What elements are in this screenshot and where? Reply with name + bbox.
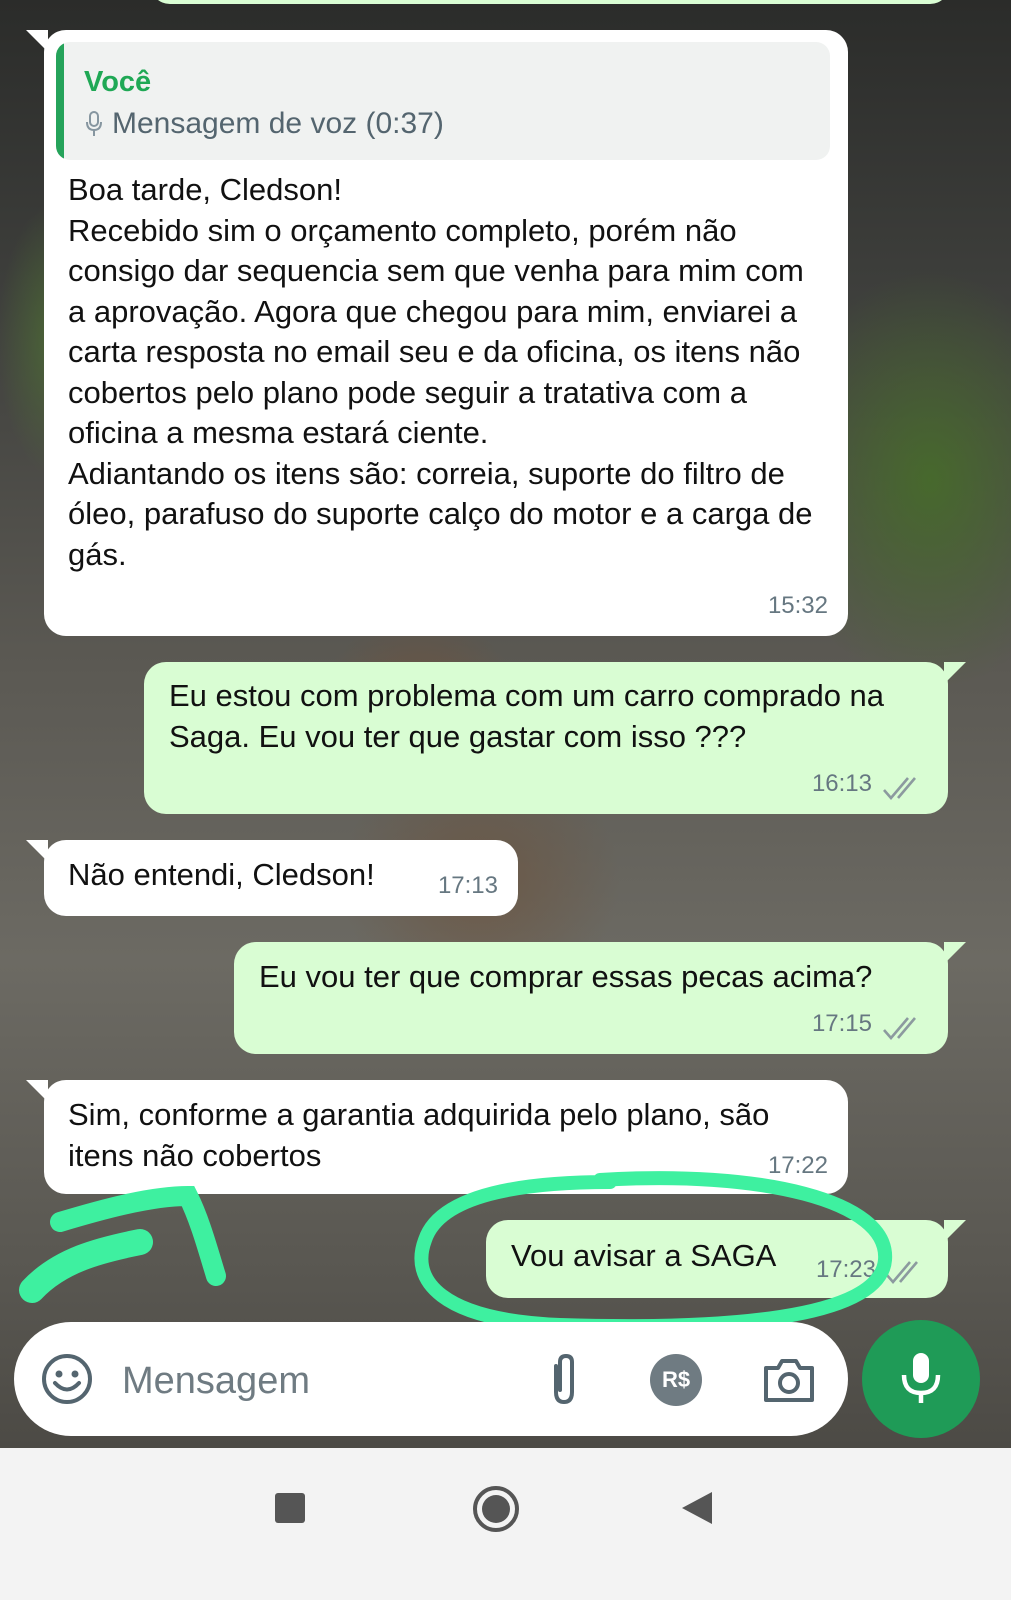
- message-time: 17:23: [815, 1255, 876, 1283]
- quoted-message[interactable]: Você Mensagem de voz (0:37): [56, 42, 830, 160]
- system-navigation-bar: [0, 1448, 1011, 1600]
- message-time: 17:13: [437, 871, 498, 899]
- incoming-message[interactable]: Você Mensagem de voz (0:37) Boa tarde, C…: [26, 30, 848, 636]
- incoming-message[interactable]: Não entendi, Cledson! 17:13: [26, 840, 518, 916]
- mic-icon: [901, 1353, 941, 1403]
- read-receipt-icon: [883, 777, 916, 800]
- quote-text: Mensagem de voz (0:37): [112, 107, 444, 140]
- message-text: Sim, conforme a garantia adquirida pelo …: [68, 1097, 770, 1173]
- mic-icon: [86, 111, 102, 137]
- quote-author: Você: [84, 66, 152, 98]
- previous-message-edge: [150, 0, 950, 4]
- message-time: 16:13: [811, 769, 872, 797]
- message-text: Eu vou ter que comprar essas pecas acima…: [259, 959, 873, 994]
- message-input-bar: Mensagem R$: [14, 1322, 848, 1436]
- message-time: 17:15: [811, 1009, 872, 1037]
- recents-icon[interactable]: [275, 1493, 305, 1523]
- outgoing-message[interactable]: Eu vou ter que comprar essas pecas acima…: [234, 942, 966, 1054]
- attach-icon[interactable]: [544, 1352, 584, 1408]
- message-text: Boa tarde, Cledson! Recebido sim o orçam…: [68, 172, 813, 572]
- quote-accent-bar: [56, 42, 64, 160]
- outgoing-message[interactable]: Eu estou com problema com um carro compr…: [144, 662, 966, 814]
- voice-record-button[interactable]: [862, 1320, 980, 1438]
- message-time: 15:32: [767, 591, 828, 619]
- payment-label: R$: [661, 1367, 691, 1392]
- message-time: 17:22: [767, 1151, 828, 1179]
- message-text: Não entendi, Cledson!: [68, 857, 375, 892]
- delivered-receipt-icon: [885, 1261, 918, 1284]
- camera-icon[interactable]: [762, 1356, 816, 1404]
- outgoing-message[interactable]: Vou avisar a SAGA 17:23: [486, 1220, 966, 1298]
- home-icon[interactable]: [471, 1484, 521, 1534]
- payment-icon[interactable]: R$: [650, 1354, 702, 1406]
- emoji-icon[interactable]: [40, 1352, 94, 1406]
- message-text: Eu estou com problema com um carro compr…: [169, 678, 885, 754]
- incoming-message[interactable]: Sim, conforme a garantia adquirida pelo …: [26, 1080, 848, 1194]
- message-input[interactable]: Mensagem: [122, 1360, 310, 1403]
- quote-content: Mensagem de voz (0:37): [84, 104, 444, 145]
- message-text: Vou avisar a SAGA: [511, 1238, 777, 1273]
- back-icon[interactable]: [680, 1490, 714, 1526]
- read-receipt-icon: [883, 1017, 916, 1040]
